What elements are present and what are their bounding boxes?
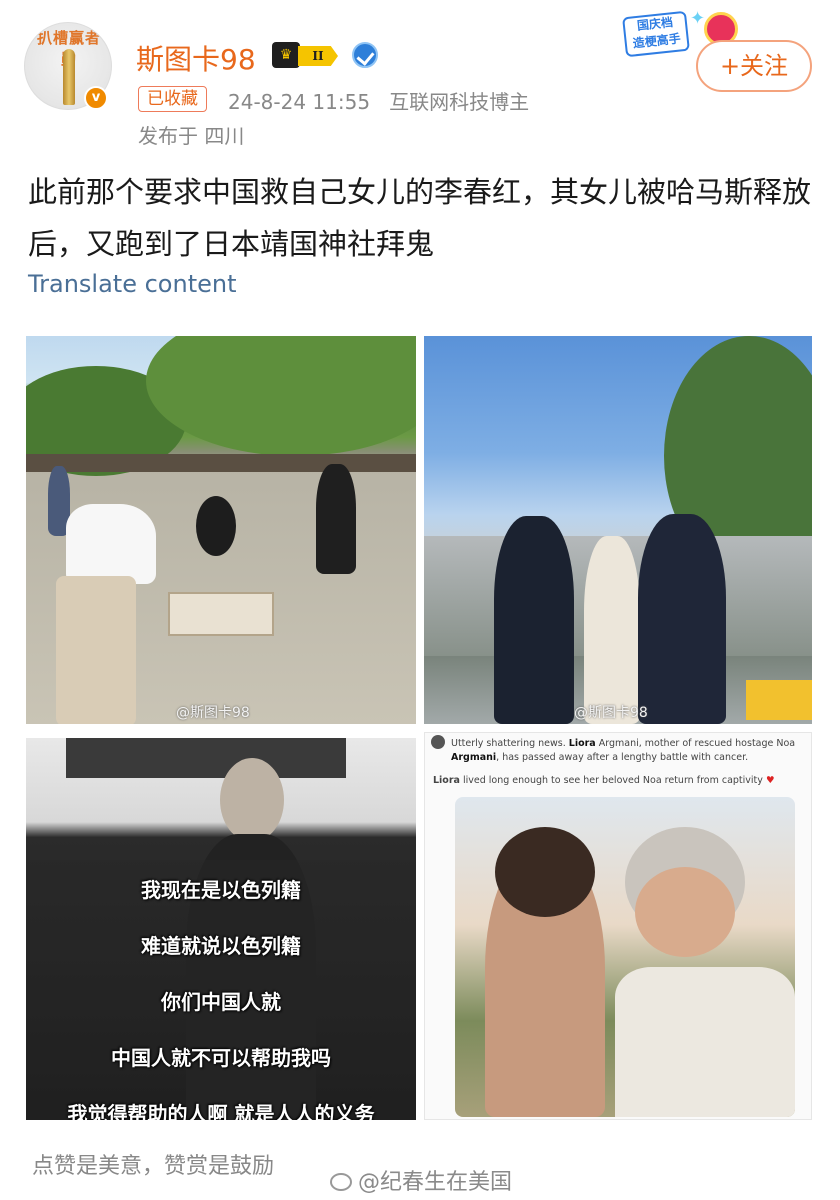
author-name[interactable]: 斯图卡98 xyxy=(136,38,256,78)
man-right-suit xyxy=(638,514,726,724)
tweet-photo xyxy=(455,797,795,1117)
image-watermark: @斯图卡98 xyxy=(176,705,250,721)
crown-icon: ♛ xyxy=(272,42,300,68)
person-bg xyxy=(316,464,356,574)
promo-label: 国庆档 造梗高手 xyxy=(622,10,690,58)
tree-canopy xyxy=(146,336,416,456)
weibo-logo-icon xyxy=(330,1173,352,1191)
woman-hair xyxy=(196,496,236,556)
woman-trousers xyxy=(56,576,136,724)
photo-rooftop[interactable]: @斯图卡98 xyxy=(424,336,812,724)
tweet-avatar xyxy=(431,735,445,749)
subtitle-line: 你们中国人就 xyxy=(161,990,281,1014)
tweet-text-pre: Utterly shattering news. xyxy=(451,738,569,749)
level-label: II xyxy=(298,46,338,66)
older-woman-jacket xyxy=(615,967,795,1117)
tweet-text-post: , has passed away after a lengthy battle… xyxy=(496,752,749,763)
subtitle-line: 我现在是以色列籍 xyxy=(141,878,301,902)
photo-shrine[interactable]: @斯图卡98 xyxy=(26,336,416,724)
photo-video-still[interactable]: 我现在是以色列籍 难道就说以色列籍 你们中国人就 中国人就不可以帮助我吗 我觉得… xyxy=(26,738,416,1120)
ceiling-lamp xyxy=(66,738,346,778)
sparkle-icon: ✦ xyxy=(690,8,706,29)
tweet-text-mid: Argmani, mother of rescued hostage Noa xyxy=(595,738,796,749)
speaker-face xyxy=(220,758,284,842)
subtitle-line: 难道就说以色列籍 xyxy=(141,934,301,958)
verified-v-icon: v xyxy=(84,86,108,110)
member-level-badge[interactable]: ♛ II xyxy=(272,40,342,70)
young-woman-hair xyxy=(495,827,595,917)
woman-center xyxy=(584,536,640,724)
shrine-building xyxy=(26,454,416,472)
post-header: 扒槽赢者勋 v 斯图卡98 ♛ II 已收藏 24-8-24 11:55 互联网… xyxy=(0,0,840,160)
footer-watermark: @纪春生在美国 xyxy=(330,1164,512,1196)
subtitle-line: 我觉得帮助的人啊 就是人人的义务 xyxy=(67,1102,375,1120)
post-location: 发布于 四川 xyxy=(138,124,245,148)
tweet-text-line2: Liora lived long enough to see her belov… xyxy=(433,775,805,786)
translate-link[interactable]: Translate content xyxy=(28,270,237,298)
tweet-text-rest: lived long enough to see her beloved Noa… xyxy=(459,775,763,786)
avatar-bullet-graphic xyxy=(63,49,75,105)
footer-watermark-text: @纪春生在美国 xyxy=(358,1170,513,1195)
post-datetime: 24-8-24 11:55 xyxy=(228,90,371,114)
subtitle-line: 中国人就不可以帮助我吗 xyxy=(111,1046,331,1070)
reward-slogan: 点赞是美意，赞赏是鼓励 xyxy=(32,1154,275,1179)
man-left-suit xyxy=(494,516,574,724)
tweet-name: Argmani xyxy=(451,752,497,763)
follow-button[interactable]: +关注 xyxy=(696,40,812,92)
photo-tweet-screenshot[interactable]: Utterly shattering news. Liora Argmani, … xyxy=(424,732,812,1120)
broken-heart-icon: ♥ xyxy=(765,775,775,786)
verified-check-icon xyxy=(352,42,378,68)
collected-tag: 已收藏 xyxy=(138,86,207,112)
post-meta: 24-8-24 11:55 互联网科技博主 xyxy=(228,86,529,115)
writing-table xyxy=(168,592,274,636)
tweet-name: Liora xyxy=(568,738,596,749)
image-watermark: @斯图卡98 xyxy=(574,705,648,721)
tweet-name: Liora xyxy=(433,775,460,786)
woman-white-shirt xyxy=(66,504,156,584)
yellow-bench xyxy=(746,680,812,720)
author-category: 互联网科技博主 xyxy=(389,90,530,114)
older-woman-face xyxy=(635,867,735,957)
post-body-text: 此前那个要求中国救自己女儿的李春红，其女儿被哈马斯释放后，又跑到了日本靖国神社拜… xyxy=(28,175,812,261)
tweet-text: Utterly shattering news. Liora Argmani, … xyxy=(451,737,807,765)
